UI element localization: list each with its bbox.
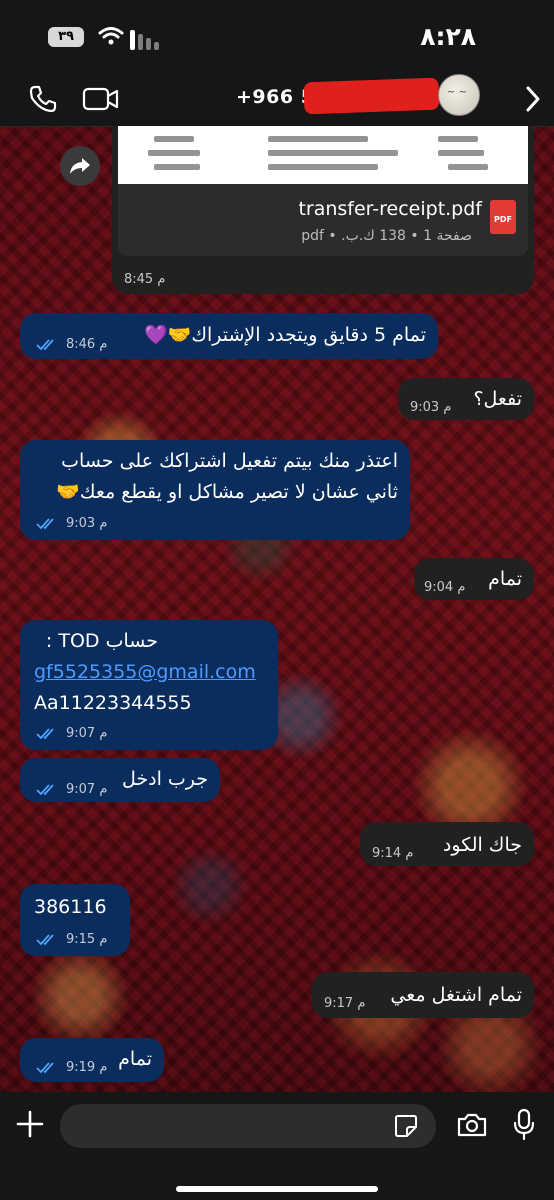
message-text: 386116 <box>34 896 107 918</box>
message-text: تمام <box>118 1048 152 1070</box>
pdf-icon: PDF <box>490 200 516 234</box>
camera-icon[interactable] <box>456 1112 488 1138</box>
battery-icon: ٣٩ <box>48 27 84 47</box>
message-time: 9:17 م <box>324 996 366 1011</box>
password-text: Aa11223344555 <box>34 692 192 714</box>
mic-icon[interactable] <box>512 1108 536 1142</box>
message-bubble-sent[interactable]: 386116 9:15 م <box>20 884 130 956</box>
pdf-file-row[interactable]: PDF transfer-receipt.pdf صفحة 1 • 138 ك.… <box>118 184 528 256</box>
read-ticks-icon <box>36 339 54 351</box>
pdf-message[interactable]: PDF transfer-receipt.pdf صفحة 1 • 138 ك.… <box>112 126 534 294</box>
message-time: 9:14 م <box>372 846 414 861</box>
avatar[interactable]: ~ ~ <box>438 74 480 116</box>
message-time: 9:07 م <box>66 726 108 741</box>
chevron-right-icon[interactable] <box>524 84 542 114</box>
phone-icon[interactable] <box>28 84 58 114</box>
message-text-line: اعتذر منك بيتم تفعيل اشتراكك على حساب <box>61 450 398 472</box>
signal-icon <box>130 28 164 50</box>
home-indicator <box>176 1186 378 1192</box>
message-time: 9:07 م <box>66 782 108 797</box>
message-time: 9:15 م <box>66 932 108 947</box>
message-time: 9:04 م <box>424 580 466 595</box>
message-time: 8:46 م <box>66 337 108 352</box>
message-input[interactable] <box>60 1104 436 1148</box>
message-text-line: ثاني عشان لا تصير مشاكل او يقطع معك🤝 <box>56 481 398 503</box>
message-text: تمام <box>488 568 522 590</box>
read-ticks-icon <box>36 728 54 740</box>
forward-button[interactable] <box>60 146 100 186</box>
email-link[interactable]: gf5525355@gmail.com <box>34 661 256 683</box>
read-ticks-icon <box>36 784 54 796</box>
status-bar: ٣٩ ٨:٢٨ <box>0 0 554 72</box>
message-text: تمام 5 دقايق ويتجدد الإشتراك🤝💜 <box>144 324 426 346</box>
message-bubble-sent[interactable]: جرب ادخل 9:07 م <box>20 758 220 802</box>
pdf-file-meta: صفحة 1 • 138 ك.ب. • pdf <box>301 228 472 244</box>
message-text: تفعل؟ <box>473 388 522 410</box>
pdf-file-name: transfer-receipt.pdf <box>298 198 482 220</box>
message-bubble-sent[interactable]: تمام 9:19 م <box>20 1038 164 1082</box>
message-text: جاك الكود <box>442 834 522 856</box>
message-time: 8:45 م <box>124 272 166 287</box>
sticker-icon[interactable] <box>394 1114 418 1138</box>
message-bubble-sent[interactable]: تمام 5 دقايق ويتجدد الإشتراك🤝💜 8:46 م <box>20 313 438 359</box>
pdf-preview[interactable] <box>118 126 528 184</box>
wifi-icon <box>98 27 124 45</box>
composer-bar <box>0 1092 554 1200</box>
read-ticks-icon <box>36 518 54 530</box>
message-time: 9:03 م <box>66 516 108 531</box>
message-text: تمام اشتغل معي <box>390 984 522 1006</box>
message-bubble-received[interactable]: تمام اشتغل معي 9:17 م <box>312 972 534 1018</box>
message-bubble-received[interactable]: تفعل؟ 9:03 م <box>398 378 534 420</box>
message-text: جرب ادخل <box>121 768 208 790</box>
message-bubble-sent[interactable]: اعتذر منك بيتم تفعيل اشتراكك على حساب ثا… <box>20 440 410 540</box>
redaction-scribble <box>303 77 440 115</box>
chat-header: +966 55 7 ~ ~ <box>0 72 554 127</box>
read-ticks-icon <box>36 934 54 946</box>
message-time: 9:19 م <box>66 1060 108 1075</box>
read-ticks-icon <box>36 1062 54 1074</box>
forward-icon <box>70 158 90 174</box>
video-icon[interactable] <box>82 87 120 111</box>
plus-icon[interactable] <box>14 1108 46 1140</box>
message-time: 9:03 م <box>410 400 452 415</box>
message-bubble-received[interactable]: جاك الكود 9:14 م <box>360 822 534 866</box>
message-bubble-received[interactable]: تمام 9:04 م <box>414 558 534 600</box>
message-text-line: حساب TOD : <box>45 630 158 652</box>
clock: ٨:٢٨ <box>420 22 476 51</box>
message-bubble-sent[interactable]: حساب TOD : gf5525355@gmail.com Aa1122334… <box>20 620 278 750</box>
